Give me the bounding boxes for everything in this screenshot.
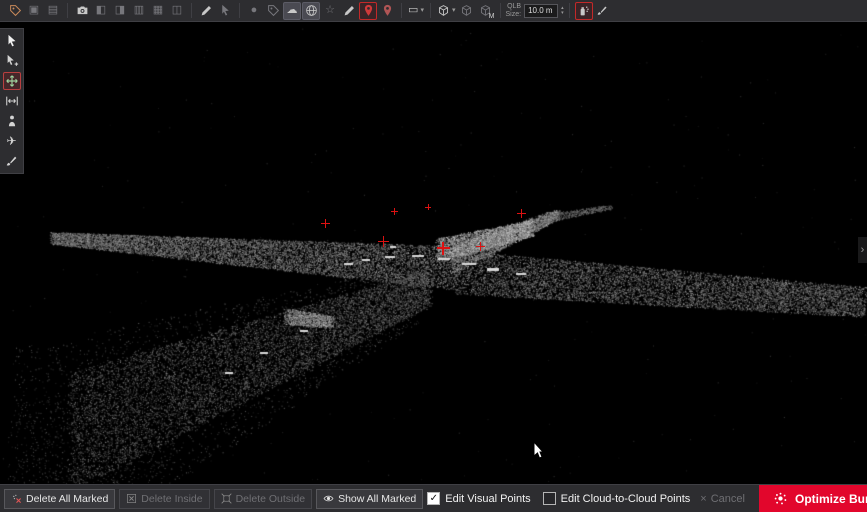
tie-point-marker[interactable] <box>321 219 330 228</box>
checkbox-checked-icon[interactable]: ✓ <box>427 492 440 505</box>
grid-view-icon[interactable]: ▥ <box>130 2 148 20</box>
checkbox-label: Edit Cloud-to-Cloud Points <box>561 493 691 505</box>
show-all-marked-button[interactable]: Show All Marked <box>316 489 423 509</box>
delete-outside-icon <box>221 493 232 504</box>
select-tool-icon[interactable] <box>3 32 21 50</box>
viewport-3d[interactable]: › <box>0 22 867 484</box>
bottom-buttons-group: Delete All Marked Delete Inside Delete Out… <box>4 489 427 509</box>
draw-line-icon[interactable] <box>197 2 215 20</box>
left-tool-palette: ✈ <box>0 28 24 174</box>
app-window: › ▣▤◧◨▥▦◫●☁☆▭▾▾M QLB Size: 10.0 m ▴ ▾ ✈ … <box>0 0 867 512</box>
button-label: Delete All Marked <box>26 493 108 505</box>
walkthrough-tool-icon[interactable] <box>3 112 21 130</box>
globe-toggle-icon[interactable] <box>302 2 320 20</box>
dropdown-arrow-icon[interactable]: ▾ <box>420 7 424 14</box>
checkbox-unchecked-icon[interactable] <box>543 492 556 505</box>
paint-classify-tool-icon[interactable] <box>3 152 21 170</box>
tie-point-marker[interactable] <box>425 204 431 210</box>
move-point-tool-icon[interactable] <box>3 72 21 90</box>
button-label: Delete Outside <box>236 493 305 505</box>
toolbar-separator <box>67 3 68 18</box>
fly-navigation-tool-icon[interactable]: ✈ <box>3 132 21 150</box>
edit-cloud-to-cloud-checkbox[interactable]: Edit Cloud-to-Cloud Points <box>543 492 691 505</box>
tie-point-marker[interactable] <box>517 209 526 218</box>
compare-view-icon[interactable]: ◫ <box>168 2 186 20</box>
tie-point-marker[interactable] <box>437 242 450 255</box>
icon-overlay-label: M <box>489 13 495 20</box>
checkbox-group: ✓ Edit Visual Points Edit Cloud-to-Cloud P… <box>427 492 690 505</box>
optimize-bundle-button[interactable]: Optimize Bundle <box>759 485 867 512</box>
dual-view-icon[interactable]: ◨ <box>111 2 129 20</box>
cancel-button: × Cancel <box>700 493 745 505</box>
qlb-size-control: QLB Size: 10.0 m ▴ ▾ <box>506 3 564 19</box>
paint-brush-icon[interactable] <box>594 2 612 20</box>
toolbar-separator <box>401 3 402 18</box>
select-points-tool-icon[interactable] <box>3 52 21 70</box>
delete-all-marked-icon <box>11 493 22 504</box>
clip-box-icon[interactable]: ▾ <box>436 2 457 20</box>
button-label: Delete Inside <box>141 493 202 505</box>
tag-edit-icon[interactable] <box>6 2 24 20</box>
toolbar-separator <box>569 3 570 18</box>
single-view-icon[interactable]: ◧ <box>92 2 110 20</box>
delete-inside-button: Delete Inside <box>119 489 209 509</box>
polygon-select-icon[interactable]: ☆ <box>321 2 339 20</box>
delete-outside-button: Delete Outside <box>214 489 312 509</box>
point-cloud-toggle-icon[interactable]: ☁ <box>283 2 301 20</box>
tie-point-marker[interactable] <box>476 242 485 251</box>
selection-shape-dropdown[interactable]: ▭▾ <box>407 2 425 20</box>
camera-icon[interactable] <box>73 2 91 20</box>
right-panel-expand-arrow[interactable]: › <box>858 237 867 263</box>
qlb-label-line1: QLB <box>507 3 521 10</box>
edit-visual-points-checkbox[interactable]: ✓ Edit Visual Points <box>427 492 530 505</box>
tie-point-marker[interactable] <box>378 236 389 247</box>
optimize-bundle-label: Optimize Bundle <box>795 492 867 506</box>
delete-inside-icon <box>126 493 137 504</box>
top-toolbar: ▣▤◧◨▥▦◫●☁☆▭▾▾M QLB Size: 10.0 m ▴ ▾ <box>0 0 867 22</box>
burst-icon <box>773 491 788 506</box>
tags-icon[interactable] <box>264 2 282 20</box>
bottom-toolbar: Delete All Marked Delete Inside Delete Out… <box>0 484 867 512</box>
toolbar-group: ▣▤ <box>4 2 64 20</box>
qlb-size-input[interactable]: 10.0 m <box>524 4 558 18</box>
toolbar-separator <box>500 3 501 18</box>
image-pane-icon[interactable]: ▤ <box>44 2 62 20</box>
toolbar-separator <box>430 3 431 18</box>
toolbar-group: ◧◨▥▦◫ <box>71 2 188 20</box>
circle-select-icon[interactable]: ● <box>245 2 263 20</box>
snapshot-icon[interactable]: ▣ <box>25 2 43 20</box>
dropdown-arrow-icon[interactable]: ▾ <box>452 7 456 14</box>
show-all-marked-icon <box>323 493 334 504</box>
button-label: Show All Marked <box>338 493 416 505</box>
toolbar-separator <box>239 3 240 18</box>
clip-box-edit-icon[interactable] <box>458 2 476 20</box>
pen-tool-icon[interactable] <box>340 2 358 20</box>
toolbar-group: ● ☁ ☆ <box>243 2 398 20</box>
density-spray-icon[interactable] <box>575 2 593 20</box>
measure-distance-tool-icon[interactable] <box>3 92 21 110</box>
cancel-label: Cancel <box>711 493 745 505</box>
delete-all-marked-button[interactable]: Delete All Marked <box>4 489 115 509</box>
control-point-tool-icon[interactable] <box>359 2 377 20</box>
point-cloud-canvas[interactable] <box>0 22 867 484</box>
close-icon: × <box>700 493 706 505</box>
checkbox-label: Edit Visual Points <box>445 493 530 505</box>
bottom-right-group: ✓ Edit Visual Points Edit Cloud-to-Cloud P… <box>427 485 867 512</box>
toolbar-separator <box>191 3 192 18</box>
toolbar-group: ▭▾ <box>405 2 427 20</box>
qlb-size-label: QLB Size: <box>506 3 522 19</box>
qlb-label-line2: Size: <box>506 11 522 18</box>
toolbar-right-group <box>573 2 614 20</box>
pick-point-icon[interactable] <box>216 2 234 20</box>
tie-point-marker[interactable] <box>391 208 398 215</box>
quad-view-icon[interactable]: ▦ <box>149 2 167 20</box>
qlb-size-spinner[interactable]: ▴ ▾ <box>561 6 564 16</box>
spinner-down-icon[interactable]: ▾ <box>561 11 564 16</box>
toolbar-group: ▾M <box>434 2 497 20</box>
control-point-adjust-icon[interactable] <box>378 2 396 20</box>
toolbar-group <box>195 2 236 20</box>
clip-box-m-icon[interactable]: M <box>477 2 495 20</box>
toolbar-groups: ▣▤◧◨▥▦◫●☁☆▭▾▾M <box>4 2 497 20</box>
